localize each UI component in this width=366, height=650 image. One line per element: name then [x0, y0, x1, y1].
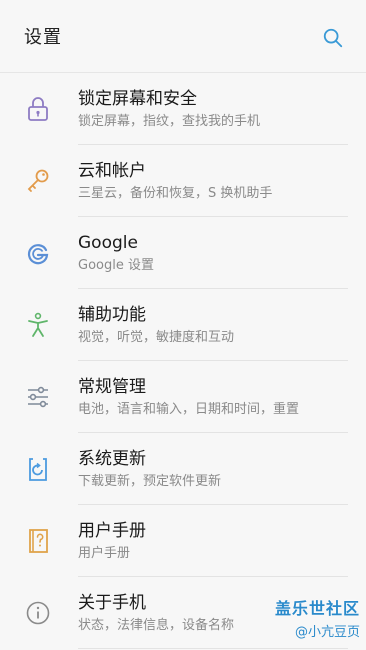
item-subtitle: 锁定屏幕，指纹，查找我的手机	[78, 114, 261, 129]
accessibility-icon	[28, 312, 48, 337]
page-title: 设置	[24, 27, 62, 48]
item-label: 辅助功能	[78, 305, 146, 325]
system-update-icon	[29, 458, 47, 481]
settings-item-cloud-accounts[interactable]: 云和帐户 三星云，备份和恢复，S 换机助手	[0, 145, 366, 217]
settings-item-accessibility[interactable]: 辅助功能 视觉，听觉，敏捷度和互动	[0, 289, 366, 361]
google-icon	[27, 244, 49, 265]
settings-item-user-manual[interactable]: 用户手册 用户手册	[0, 505, 366, 577]
item-label: 用户手册	[78, 521, 146, 541]
lock-icon	[28, 97, 48, 121]
header-bar: 设置	[0, 0, 366, 73]
user-manual-icon	[29, 529, 48, 553]
item-subtitle: 电池，语言和输入，日期和时间，重置	[78, 402, 300, 417]
item-subtitle: 用户手册	[78, 546, 131, 561]
info-icon	[26, 601, 50, 625]
item-label: Google	[78, 233, 138, 253]
item-label: 关于手机	[78, 593, 146, 613]
settings-item-lock-screen[interactable]: 锁定屏幕和安全 锁定屏幕，指纹，查找我的手机	[0, 73, 366, 145]
settings-item-general-management[interactable]: 常规管理 电池，语言和输入，日期和时间，重置	[0, 361, 366, 433]
settings-item-about-phone[interactable]: 关于手机 状态，法律信息，设备名称	[0, 577, 366, 649]
settings-list: 锁定屏幕和安全 锁定屏幕，指纹，查找我的手机 云和帐户 三星云，备份和恢复，S …	[0, 73, 366, 649]
item-subtitle: 三星云，备份和恢复，S 换机助手	[78, 186, 273, 201]
item-subtitle: 状态，法律信息，设备名称	[78, 618, 235, 633]
settings-item-system-update[interactable]: 系统更新 下载更新，预定软件更新	[0, 433, 366, 505]
item-label: 锁定屏幕和安全	[78, 89, 197, 109]
sliders-icon	[28, 386, 48, 408]
search-icon[interactable]	[322, 27, 344, 49]
settings-item-google[interactable]: Google Google 设置	[0, 217, 366, 289]
item-label: 常规管理	[78, 377, 146, 397]
key-icon	[27, 169, 49, 192]
item-label: 系统更新	[78, 449, 146, 469]
item-subtitle: 下载更新，预定软件更新	[78, 474, 222, 489]
item-subtitle: Google 设置	[78, 258, 154, 273]
divider	[78, 648, 348, 649]
item-subtitle: 视觉，听觉，敏捷度和互动	[78, 330, 235, 345]
item-label: 云和帐户	[78, 161, 146, 181]
